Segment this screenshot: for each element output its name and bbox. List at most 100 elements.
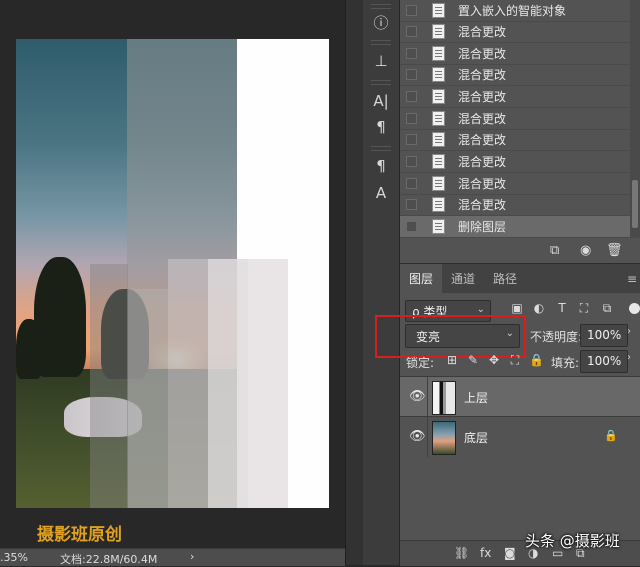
lock-transparency-icon[interactable]: ⊞ xyxy=(445,353,459,369)
fill-input[interactable]: 100% xyxy=(580,350,628,373)
panel-menu-icon[interactable]: ≡ xyxy=(627,272,637,286)
layer-row-top[interactable]: 👁 上层 xyxy=(400,376,640,417)
history-state-icon xyxy=(432,219,445,234)
info-icon[interactable]: ⓘ xyxy=(367,10,395,36)
overlay-watermark: 头条 @摄影班 xyxy=(525,532,620,550)
fill-value: 100% xyxy=(587,354,622,368)
panel-divider[interactable] xyxy=(345,0,365,565)
strip-lighter xyxy=(208,259,248,508)
opacity-slider-arrow[interactable]: › xyxy=(627,326,631,337)
type-filter-icon[interactable]: T xyxy=(555,301,569,317)
filter-toggle-switch[interactable] xyxy=(629,303,640,314)
history-item[interactable]: 置入嵌入的智能对象 xyxy=(400,0,630,22)
layer-name[interactable]: 上层 xyxy=(464,389,488,406)
history-state-icon xyxy=(432,132,445,147)
history-snapshot-checkbox[interactable] xyxy=(406,69,417,80)
layer-row-divider xyxy=(427,377,428,417)
history-snapshot-checkbox[interactable] xyxy=(406,178,417,189)
link-layers-icon[interactable]: ⛓ xyxy=(454,546,469,560)
layer-row-bottom[interactable]: 👁 底层 🔒 xyxy=(400,416,640,457)
history-state-icon xyxy=(432,176,445,191)
strip-grip[interactable] xyxy=(371,146,391,151)
layer-row-divider xyxy=(427,417,428,457)
history-item-label: 混合更改 xyxy=(458,112,507,126)
stamp-icon[interactable]: ⊥ xyxy=(367,48,395,74)
history-item-label: 删除图层 xyxy=(458,220,507,234)
history-item[interactable]: 混合更改 xyxy=(400,21,630,43)
history-item-label: 置入嵌入的智能对象 xyxy=(458,4,567,18)
lock-artboard-icon[interactable]: ⛶ xyxy=(508,353,522,369)
lock-image-pixels-icon[interactable]: ✎ xyxy=(466,353,480,369)
history-item[interactable]: 混合更改 xyxy=(400,151,630,173)
artboard[interactable] xyxy=(16,39,329,508)
history-item-label: 混合更改 xyxy=(458,90,507,104)
history-state-icon xyxy=(432,197,445,212)
layers-panel-tabs: 图层 通道 路径 xyxy=(400,264,640,293)
history-snapshot-checkbox[interactable] xyxy=(406,221,417,232)
tab-channels[interactable]: 通道 xyxy=(442,264,484,293)
fx-icon[interactable]: fx xyxy=(480,546,491,560)
history-item[interactable]: 混合更改 xyxy=(400,129,630,151)
zoom-readout[interactable]: .35% xyxy=(0,551,28,564)
history-snapshot-checkbox[interactable] xyxy=(406,113,417,124)
lock-position-icon[interactable]: ✥ xyxy=(487,353,501,369)
layer-thumbnail xyxy=(432,421,456,455)
chevron-down-icon: ⌄ xyxy=(476,304,485,315)
lock-label: 锁定: xyxy=(406,356,435,370)
character-icon[interactable]: A| xyxy=(367,88,395,114)
history-item[interactable]: 混合更改 xyxy=(400,64,630,86)
adjustment-filter-icon[interactable]: ◐ xyxy=(532,301,546,317)
history-snapshot-checkbox[interactable] xyxy=(406,48,417,59)
visibility-eye-icon[interactable]: 👁 xyxy=(409,429,426,444)
history-item[interactable]: 混合更改 xyxy=(400,173,630,195)
add-mask-icon[interactable]: ◙ xyxy=(504,546,516,560)
smart-object-filter-icon[interactable]: ⧉ xyxy=(600,301,614,317)
camera-icon[interactable]: ◉ xyxy=(580,243,591,258)
fill-slider-arrow[interactable]: › xyxy=(627,352,631,363)
history-snapshot-checkbox[interactable] xyxy=(406,199,417,210)
paragraph-icon[interactable]: ¶ xyxy=(367,114,395,140)
history-snapshot-checkbox[interactable] xyxy=(406,156,417,167)
opacity-label: 不透明度: xyxy=(530,330,583,344)
history-item-label: 混合更改 xyxy=(458,47,507,61)
history-state-icon xyxy=(432,46,445,61)
annotation-highlight-box xyxy=(375,315,526,358)
layer-name[interactable]: 底层 xyxy=(464,429,488,446)
history-item[interactable]: 混合更改 xyxy=(400,194,630,216)
strip-light xyxy=(168,259,208,508)
watermark-text: 摄影班原创 xyxy=(37,525,122,545)
strip-grip[interactable] xyxy=(371,4,391,9)
history-scrollbar-thumb[interactable] xyxy=(632,180,638,228)
character-style-icon[interactable]: A xyxy=(367,180,395,206)
paragraph-style-icon[interactable]: ¶ xyxy=(367,153,395,179)
tab-layers[interactable]: 图层 xyxy=(400,264,442,293)
trash-icon[interactable]: 🗑 xyxy=(606,243,623,258)
history-item[interactable]: 混合更改 xyxy=(400,108,630,130)
document-canvas-area[interactable]: 摄影班原创 xyxy=(0,0,345,548)
history-state-icon xyxy=(432,24,445,39)
shape-filter-icon[interactable]: ⛶ xyxy=(577,301,591,317)
fill-label: 填充: xyxy=(551,356,580,370)
tab-paths[interactable]: 路径 xyxy=(484,264,526,293)
lock-all-icon[interactable]: 🔒 xyxy=(529,353,544,369)
history-snapshot-checkbox[interactable] xyxy=(406,26,417,37)
strip-grip[interactable] xyxy=(371,80,391,85)
history-snapshot-checkbox[interactable] xyxy=(406,134,417,145)
tree-silhouette xyxy=(16,319,42,379)
history-state-icon xyxy=(432,89,445,104)
new-document-from-state-icon[interactable]: ⧉ xyxy=(550,243,559,258)
history-item-label: 混合更改 xyxy=(458,198,507,212)
history-item[interactable]: 混合更改 xyxy=(400,86,630,108)
history-snapshot-checkbox[interactable] xyxy=(406,91,417,102)
history-item-current[interactable]: 删除图层 xyxy=(400,216,630,238)
history-item-label: 混合更改 xyxy=(458,177,507,191)
history-item[interactable]: 混合更改 xyxy=(400,43,630,65)
history-state-icon xyxy=(432,67,445,82)
strip-grip[interactable] xyxy=(371,40,391,45)
status-menu-arrow[interactable]: › xyxy=(190,550,194,563)
visibility-eye-icon[interactable]: 👁 xyxy=(409,389,426,404)
history-snapshot-checkbox[interactable] xyxy=(406,5,417,16)
opacity-input[interactable]: 100% xyxy=(580,324,628,347)
layer-lock-icon: 🔒 xyxy=(604,429,618,442)
history-panel: 置入嵌入的智能对象 混合更改 混合更改 混合更改 混合更改 混合更改 混合更改 … xyxy=(400,0,640,263)
